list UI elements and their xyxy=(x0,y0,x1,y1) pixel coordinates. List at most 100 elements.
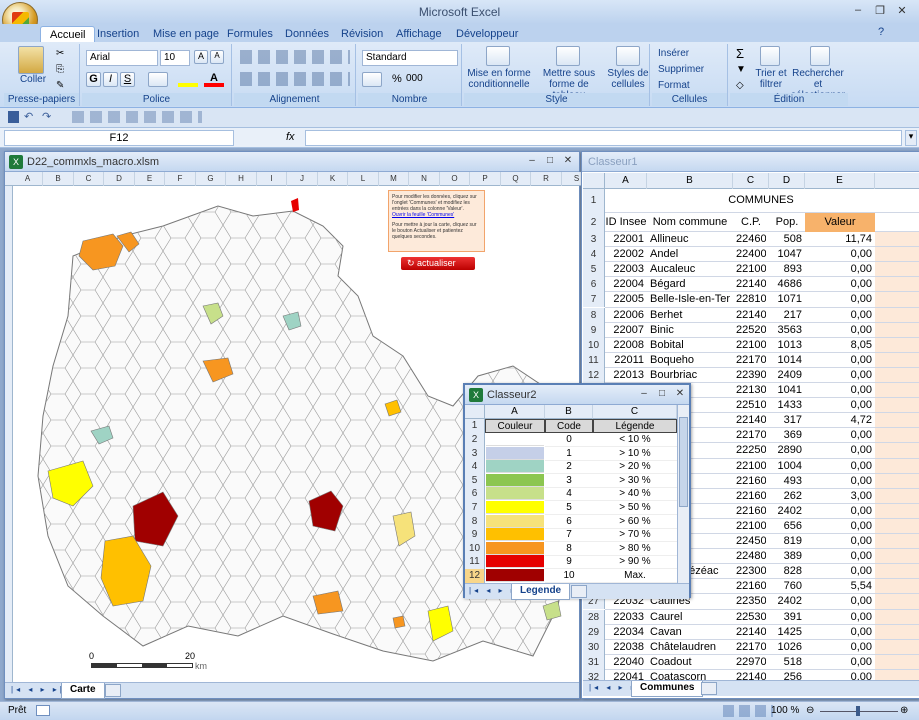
table-cell[interactable]: Allineuc xyxy=(650,232,730,247)
delete-cells-button[interactable]: Supprimer xyxy=(658,64,704,75)
table-cell[interactable]: 22350 xyxy=(736,594,766,609)
legend-color-swatch[interactable] xyxy=(486,446,544,460)
table-cell[interactable]: 0,00 xyxy=(808,443,872,458)
table-cell[interactable]: 22460 xyxy=(736,232,766,247)
help-icon[interactable]: ? xyxy=(878,26,884,38)
tab-revision[interactable]: Révision xyxy=(332,26,392,42)
row-header-cell[interactable]: 6 xyxy=(583,277,605,293)
row-header-cell[interactable]: 2 xyxy=(465,433,485,447)
column-header-cell[interactable]: G xyxy=(196,172,226,186)
table-cell[interactable]: 4686 xyxy=(772,277,802,292)
table-cell[interactable]: 819 xyxy=(772,534,802,549)
table-cell[interactable]: 22140 xyxy=(736,670,766,680)
table-cell[interactable]: 22038 xyxy=(608,640,644,655)
row-header-cell[interactable]: 8 xyxy=(465,514,485,529)
table-cell[interactable]: Châtelaudren xyxy=(650,640,730,655)
column-header-cell[interactable]: N xyxy=(410,172,440,186)
column-header-cell[interactable]: H xyxy=(227,172,257,186)
legend-code[interactable]: 8 xyxy=(545,542,593,556)
table-cell[interactable]: 22001 xyxy=(608,232,644,247)
row-header-cell[interactable]: 7 xyxy=(465,501,485,515)
maximize-icon[interactable]: □ xyxy=(543,155,557,169)
format-as-table-icon[interactable] xyxy=(556,46,580,66)
table-cell[interactable]: 0,00 xyxy=(808,292,872,307)
fill-icon[interactable]: ▼ xyxy=(736,64,746,75)
legend-code[interactable]: 6 xyxy=(545,515,593,529)
fill-color-icon[interactable] xyxy=(178,72,198,87)
legend-label[interactable]: > 30 % xyxy=(593,474,677,488)
row-header-cell[interactable]: 10 xyxy=(583,337,605,353)
row-header-cell[interactable]: 1 xyxy=(465,419,485,433)
column-header-cell[interactable]: B xyxy=(647,173,733,189)
legend-code[interactable]: 7 xyxy=(545,528,593,543)
tab-insertion[interactable]: Insertion xyxy=(88,26,148,42)
table-cell[interactable]: 1047 xyxy=(772,247,802,262)
maximize-icon[interactable]: □ xyxy=(655,388,669,402)
column-header-cell[interactable]: E xyxy=(135,172,165,186)
column-header-cell[interactable]: A xyxy=(485,405,545,419)
table-cell[interactable]: 1014 xyxy=(772,353,802,368)
row-header-cell[interactable]: 28 xyxy=(583,609,605,625)
table-cell[interactable]: Aucaleuc xyxy=(650,262,730,277)
table-cell[interactable]: 0,00 xyxy=(808,519,872,534)
table-cell[interactable]: 22300 xyxy=(736,564,766,579)
fx-button[interactable]: fx xyxy=(286,131,295,143)
table-cell[interactable]: 2402 xyxy=(772,504,802,519)
sheet-tab-legende[interactable]: Legende xyxy=(511,584,571,600)
row-header-cell[interactable]: 9 xyxy=(583,322,605,338)
table-cell[interactable]: 22007 xyxy=(608,323,644,338)
table-cell[interactable]: 22160 xyxy=(736,579,766,594)
table-cell[interactable]: 508 xyxy=(772,232,802,247)
legend-label[interactable]: < 10 % xyxy=(593,433,677,447)
table-cell[interactable]: 22450 xyxy=(736,534,766,549)
legend-label[interactable]: > 90 % xyxy=(593,555,677,570)
legend-color-swatch[interactable] xyxy=(486,569,544,582)
table-cell[interactable]: 0,00 xyxy=(808,247,872,262)
table-cell[interactable]: 22003 xyxy=(608,262,644,277)
legend-code[interactable]: 0 xyxy=(545,433,593,447)
table-cell[interactable]: 22130 xyxy=(736,383,766,398)
insert-sheet-icon[interactable] xyxy=(571,585,587,598)
insert-cells-button[interactable]: Insérer xyxy=(658,48,689,59)
row-header-cell[interactable]: 7 xyxy=(583,292,605,308)
legend-label[interactable]: > 10 % xyxy=(593,447,677,461)
font-color-icon[interactable]: A xyxy=(204,72,224,87)
row-header-cell[interactable]: 4 xyxy=(583,247,605,263)
autosum-button[interactable]: Σ xyxy=(736,46,744,61)
borders-icon[interactable] xyxy=(148,72,168,87)
table-cell[interactable]: 656 xyxy=(772,519,802,534)
table-cell[interactable]: 22041 xyxy=(608,670,644,680)
table-cell[interactable]: 4,72 xyxy=(808,413,872,428)
table-cell[interactable]: 3563 xyxy=(772,323,802,338)
table-cell[interactable]: Andel xyxy=(650,247,730,262)
row-header-cell[interactable]: 9 xyxy=(465,528,485,543)
column-header-cell[interactable]: B xyxy=(44,172,74,186)
find-select-icon[interactable] xyxy=(810,46,830,66)
row-header-cell[interactable]: 31 xyxy=(583,654,605,670)
column-header-cell[interactable]: K xyxy=(318,172,348,186)
table-cell[interactable]: 760 xyxy=(772,579,802,594)
table-cell[interactable]: 0,00 xyxy=(808,277,872,292)
vertical-scrollbar[interactable] xyxy=(677,405,689,583)
currency-icon[interactable] xyxy=(362,72,382,87)
table-cell[interactable]: 217 xyxy=(772,308,802,323)
table-cell[interactable]: 22033 xyxy=(608,610,644,625)
table-cell[interactable]: 22013 xyxy=(608,368,644,383)
table-cell[interactable]: 22100 xyxy=(736,262,766,277)
legend-color-swatch[interactable] xyxy=(486,555,544,569)
cell-styles-button[interactable]: Styles de cellules xyxy=(606,68,650,90)
column-header-cell[interactable]: M xyxy=(379,172,409,186)
legend-label[interactable]: > 50 % xyxy=(593,501,677,515)
table-cell[interactable]: 22140 xyxy=(736,413,766,428)
table-cell[interactable]: 493 xyxy=(772,474,802,489)
table-cell[interactable]: 0,00 xyxy=(808,262,872,277)
table-cell[interactable]: 22100 xyxy=(736,519,766,534)
conditional-format-button[interactable]: Mise en forme conditionnelle xyxy=(466,68,532,90)
table-cell[interactable]: Cavan xyxy=(650,625,730,640)
row-header-cell[interactable]: 12 xyxy=(465,569,485,583)
table-cell[interactable]: 0,00 xyxy=(808,459,872,474)
table-cell[interactable]: 22005 xyxy=(608,292,644,307)
qat-tools-icons[interactable] xyxy=(72,111,202,123)
table-cell[interactable]: Boqueho xyxy=(650,353,730,368)
sheet-nav-icons[interactable]: |◂ ◂ ▸ ▸| xyxy=(11,685,65,694)
